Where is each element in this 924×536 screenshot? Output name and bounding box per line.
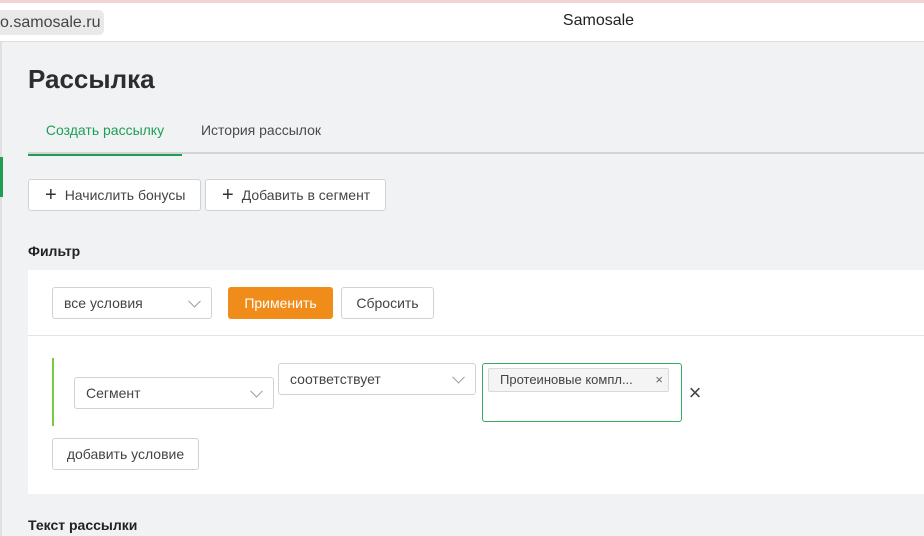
tag-remove-icon[interactable]: ×: [655, 369, 663, 391]
condition-group-bar: [52, 358, 54, 426]
browser-bar: o.samosale.ru Samosale: [0, 3, 924, 41]
tab-create-mailing[interactable]: Создать рассылку: [28, 110, 182, 156]
condition-field-value: Сегмент: [86, 385, 141, 401]
remove-condition-icon[interactable]: ×: [686, 380, 704, 406]
add-to-segment-label: Добавить в сегмент: [241, 187, 371, 203]
sidebar-edge: [0, 42, 2, 536]
filter-section-title: Фильтр: [28, 243, 81, 259]
tab-mailing-history[interactable]: История рассылок: [188, 110, 334, 154]
condition-value-multiselect[interactable]: Протеиновые компл... ×: [482, 363, 682, 422]
chevron-down-icon: [250, 384, 263, 398]
tab-bar: Создать рассылку История рассылок: [28, 110, 924, 156]
plus-icon: +: [222, 184, 234, 206]
accrue-bonus-button[interactable]: + Начислить бонусы: [28, 179, 201, 211]
site-title: Samosale: [562, 12, 635, 29]
apply-button[interactable]: Применить: [228, 287, 333, 319]
reset-button[interactable]: Сбросить: [341, 287, 434, 319]
value-tag: Протеиновые компл... ×: [488, 368, 669, 392]
sidebar-active-indicator: [0, 157, 3, 197]
condition-operator-select[interactable]: соответствует: [278, 363, 476, 395]
conditions-mode-select[interactable]: все условия: [52, 287, 212, 319]
plus-icon: +: [45, 184, 57, 206]
accrue-bonus-label: Начислить бонусы: [64, 187, 186, 203]
filter-panel-divider: [28, 335, 924, 336]
mailing-text-section-title: Текст рассылки: [28, 517, 138, 533]
add-to-segment-button[interactable]: + Добавить в сегмент: [205, 179, 386, 211]
page-title: Рассылка: [28, 64, 155, 94]
condition-field-select[interactable]: Сегмент: [74, 377, 274, 409]
condition-operator-value: соответствует: [290, 371, 381, 387]
conditions-mode-value: все условия: [64, 295, 143, 311]
chevron-down-icon: [188, 294, 201, 308]
add-condition-button[interactable]: добавить условие: [52, 438, 199, 470]
value-tag-label: Протеиновые компл...: [500, 372, 633, 387]
chevron-down-icon: [452, 370, 465, 384]
